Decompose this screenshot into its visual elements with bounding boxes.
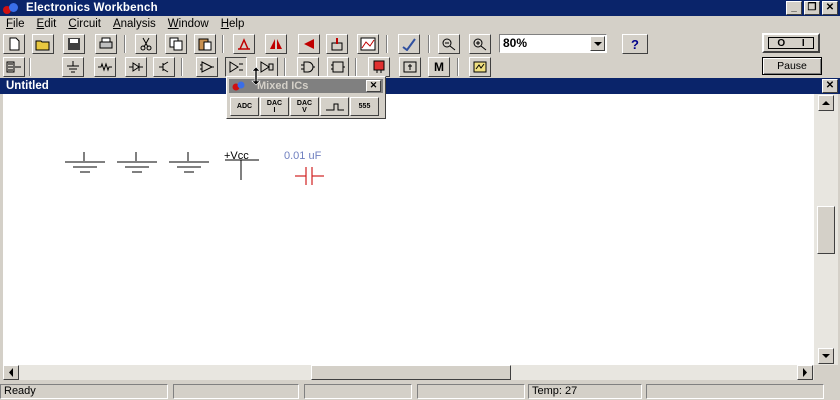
document-title: Untitled [0, 78, 840, 94]
paste-button[interactable] [194, 34, 216, 54]
dac-v-label-top: DAC [296, 99, 313, 107]
activate-power-switch[interactable]: O I [762, 33, 820, 53]
palette-close-button[interactable]: ✕ [366, 80, 381, 92]
indicators-bin-button[interactable] [368, 57, 390, 77]
ewb-app-icon [2, 1, 22, 15]
zoom-select[interactable]: 80% [499, 34, 607, 53]
menu-analysis[interactable]: Analysis [107, 18, 162, 30]
miscellaneous-bin-button[interactable]: M [428, 57, 450, 77]
circuit-canvas[interactable] [3, 94, 814, 365]
favorites-bin-button[interactable] [3, 57, 25, 77]
transistors-bin-button[interactable] [153, 57, 175, 77]
rotate-button[interactable] [233, 34, 255, 54]
dac-v-label-bottom: V [302, 106, 307, 114]
new-file-button[interactable] [3, 34, 25, 54]
sources-bin-button[interactable] [62, 57, 84, 77]
vcc-symbol [225, 159, 259, 180]
open-folder-button[interactable] [32, 34, 54, 54]
menu-window[interactable]: Window [162, 18, 215, 30]
capacitor-symbol [295, 167, 324, 185]
help-button[interactable]: ? [622, 34, 648, 54]
basic-bin-button[interactable] [94, 57, 116, 77]
diodes-bin-button[interactable] [125, 57, 147, 77]
analog-ics-bin-button[interactable] [196, 57, 218, 77]
timer-555-label: 555 [358, 103, 371, 110]
ground-symbol-3 [169, 152, 209, 173]
restore-button[interactable]: ❐ [804, 1, 820, 15]
main-toolbar: 80% ? [0, 33, 840, 55]
power-on-label: I [801, 37, 805, 49]
adc-button-label: ADC [236, 103, 253, 110]
capacitor-value-label: 0.01 uF [284, 150, 322, 162]
dac-current-button[interactable]: DAC I [260, 97, 289, 116]
menu-bar: File Edit Circuit Analysis Window Help [0, 16, 840, 32]
scroll-right-arrow[interactable] [797, 365, 813, 380]
menu-circuit[interactable]: Circuit [62, 18, 107, 30]
minimize-button[interactable]: _ [786, 1, 802, 15]
status-bar: Ready Temp: 27 [0, 383, 840, 400]
schematic-drawing [65, 152, 324, 185]
save-button[interactable] [63, 34, 85, 54]
timer-555-button[interactable]: 555 [350, 97, 379, 116]
dac-i-label-bottom: I [273, 106, 276, 114]
vertical-scrollbar[interactable] [814, 94, 838, 365]
parts-bin-toolbar: M [0, 56, 840, 78]
menu-edit[interactable]: Edit [31, 18, 63, 30]
app-titlebar: Electronics Workbench _ ❐ ✕ [0, 0, 840, 16]
status-panel-3 [304, 384, 412, 399]
palette-title: Mixed ICs [257, 80, 309, 92]
status-text: Ready [0, 384, 168, 399]
copy-button[interactable] [165, 34, 187, 54]
adc-button[interactable]: ADC [230, 97, 259, 116]
temperature-readout: Temp: 27 [528, 384, 642, 399]
resize-cursor-icon [251, 66, 261, 86]
scroll-down-arrow[interactable] [818, 348, 834, 364]
dac-voltage-button[interactable]: DAC V [290, 97, 319, 116]
menu-help[interactable]: Help [215, 18, 251, 30]
flip-horizontal-button[interactable] [265, 34, 287, 54]
print-button[interactable] [95, 34, 117, 54]
cut-scissors-button[interactable] [135, 34, 157, 54]
status-panel-4 [417, 384, 525, 399]
vertical-scroll-thumb[interactable] [817, 206, 835, 254]
chevron-down-icon[interactable] [590, 36, 605, 51]
document-close-button[interactable]: ✕ [822, 79, 838, 93]
dac-i-label-top: DAC [266, 99, 283, 107]
zoom-out-icon[interactable] [438, 34, 460, 54]
status-panel-6 [646, 384, 824, 399]
scroll-left-arrow[interactable] [3, 365, 19, 380]
monostable-button[interactable] [320, 97, 349, 116]
zoom-in-icon[interactable] [469, 34, 491, 54]
horizontal-scroll-thumb[interactable] [311, 365, 511, 380]
menu-file[interactable]: File [0, 18, 31, 30]
pause-button[interactable]: Pause [762, 57, 822, 75]
scroll-up-arrow[interactable] [818, 95, 834, 111]
zoom-value: 80% [503, 36, 528, 50]
power-off-label: O [777, 37, 786, 49]
ground-symbol-2 [117, 152, 157, 173]
status-panel-2 [173, 384, 299, 399]
close-button[interactable]: ✕ [822, 1, 838, 15]
vcc-label: +Vcc [224, 150, 249, 162]
create-subcircuit-button[interactable] [357, 34, 379, 54]
flip-vertical-button[interactable] [298, 34, 320, 54]
circuit-window: Untitled ✕ [0, 78, 840, 380]
description-button[interactable] [398, 34, 420, 54]
app-title: Electronics Workbench [26, 2, 158, 14]
controls-bin-button[interactable] [399, 57, 421, 77]
pulse-icon [325, 103, 344, 110]
ground-symbol-1 [65, 152, 105, 173]
mixed-ics-bin-button[interactable] [225, 57, 247, 77]
digital-bin-button[interactable] [327, 57, 349, 77]
horizontal-scrollbar[interactable] [3, 365, 814, 380]
instruments-bin-button[interactable] [469, 57, 491, 77]
logic-gates-bin-button[interactable] [297, 57, 319, 77]
component-properties-button[interactable] [326, 34, 348, 54]
